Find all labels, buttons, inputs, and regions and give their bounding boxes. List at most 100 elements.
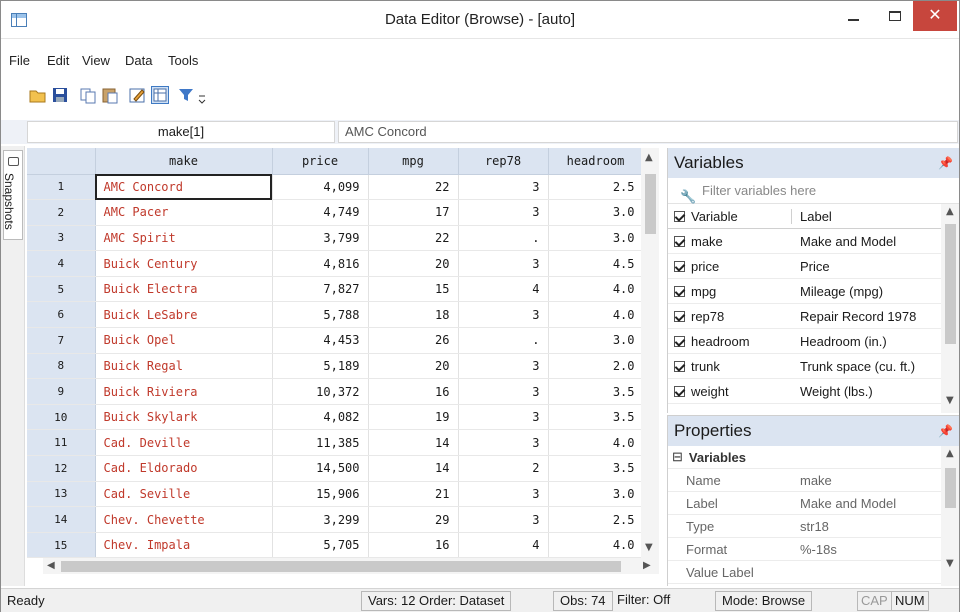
cell-price[interactable]: 7,827 [272, 276, 369, 303]
cell-make[interactable]: Cad. Eldorado [95, 455, 273, 482]
cell-make[interactable]: AMC Spirit [95, 225, 273, 252]
variable-row[interactable]: headroom Headroom (in.) [668, 329, 942, 354]
cell-price[interactable]: 5,788 [272, 301, 369, 329]
copy-icon[interactable] [79, 86, 97, 104]
cell-rep78[interactable]: 3 [458, 481, 549, 508]
cell-mpg[interactable]: 22 [368, 225, 459, 252]
column-header-headroom[interactable]: headroom [548, 148, 644, 175]
table-row[interactable]: 3 AMC Spirit 3,799 22. 3.0 [27, 225, 644, 252]
cell-make[interactable]: Cad. Deville [95, 429, 273, 457]
menu-file[interactable]: File [9, 53, 30, 68]
cell-price[interactable]: 14,500 [272, 455, 369, 482]
cell-headroom[interactable]: 4.0 [548, 301, 644, 329]
cell-rep78[interactable]: 3 [458, 506, 549, 533]
cell-mpg[interactable]: 26 [368, 327, 459, 354]
variable-checkbox[interactable] [674, 385, 685, 397]
pin-icon[interactable]: 📌 [938, 148, 953, 178]
cell-mpg[interactable]: 22 [368, 174, 459, 201]
close-button[interactable]: ✕ [913, 1, 957, 31]
current-cell-value[interactable]: AMC Concord [338, 121, 958, 143]
table-row[interactable]: 2 AMC Pacer 4,749 17 3 3.0 [27, 199, 644, 226]
variable-checkbox[interactable] [674, 260, 685, 272]
variables-scroll-thumb[interactable] [945, 224, 956, 344]
cell-rep78[interactable]: 4 [458, 532, 549, 559]
filter-variables-field[interactable]: 🔧 Filter variables here [668, 178, 959, 204]
table-row[interactable]: 9 Buick Riviera 10,372 16 3 3.5 [27, 378, 644, 405]
cell-rep78[interactable]: . [458, 225, 549, 252]
row-number[interactable]: 4 [27, 250, 96, 277]
cell-headroom[interactable]: 2.5 [548, 506, 644, 533]
variables-scrollbar[interactable]: ▲ ▼ [941, 204, 959, 413]
row-number[interactable]: 9 [27, 378, 96, 405]
row-number[interactable]: 6 [27, 301, 96, 329]
cell-price[interactable]: 4,749 [272, 199, 369, 226]
cell-price[interactable]: 5,705 [272, 532, 369, 559]
cell-headroom[interactable]: 3.5 [548, 455, 644, 482]
cell-price[interactable]: 3,799 [272, 225, 369, 252]
cell-price[interactable]: 4,816 [272, 250, 369, 277]
data-grid[interactable]: make price mpg rep78 headroom 1 AMC Conco… [27, 148, 667, 574]
snapshots-tab[interactable]: Snapshots [2, 150, 23, 240]
cell-make[interactable]: Buick Regal [95, 353, 273, 380]
cell-headroom[interactable]: 3.0 [548, 481, 644, 508]
title-bar[interactable]: Data Editor (Browse) - [auto] ✕ [1, 1, 959, 39]
cell-price[interactable]: 10,372 [272, 378, 369, 405]
paste-icon[interactable] [101, 86, 119, 104]
cell-make[interactable]: Buick Century [95, 250, 273, 277]
variable-checkbox[interactable] [674, 360, 685, 372]
open-icon[interactable] [29, 86, 47, 104]
grid-vertical-scrollbar[interactable]: ▲ ▼ [641, 148, 659, 558]
variable-checkbox[interactable] [674, 285, 685, 297]
minimize-button[interactable] [831, 1, 875, 31]
cell-headroom[interactable]: 3.5 [548, 378, 644, 405]
table-row[interactable]: 4 Buick Century 4,816 20 3 4.5 [27, 250, 644, 277]
row-number[interactable]: 10 [27, 404, 96, 431]
variable-checkbox[interactable] [674, 310, 685, 322]
scroll-right-icon[interactable]: ▶ [643, 560, 651, 571]
cell-headroom[interactable]: 3.0 [548, 225, 644, 252]
property-row[interactable]: Name make [668, 469, 959, 492]
row-number[interactable]: 3 [27, 225, 96, 252]
row-number[interactable]: 14 [27, 506, 96, 533]
cell-price[interactable]: 4,453 [272, 327, 369, 354]
variable-row[interactable]: make Make and Model [668, 229, 942, 254]
cell-price[interactable]: 4,099 [272, 174, 369, 201]
cell-mpg[interactable]: 20 [368, 250, 459, 277]
cell-headroom[interactable]: 2.0 [548, 353, 644, 380]
current-cell-name[interactable]: make[1] [27, 121, 335, 143]
filter-icon[interactable] [177, 86, 195, 104]
property-row[interactable]: Value Label [668, 561, 959, 584]
table-row[interactable]: 15 Chev. Impala 5,705 16 4 4.0 [27, 532, 644, 559]
variable-row[interactable]: trunk Trunk space (cu. ft.) [668, 354, 942, 379]
cell-make[interactable]: Buick Electra [95, 276, 273, 303]
cell-headroom[interactable]: 4.0 [548, 429, 644, 457]
cell-mpg[interactable]: 14 [368, 455, 459, 482]
cell-make[interactable]: Buick Riviera [95, 378, 273, 405]
cell-rep78[interactable]: 3 [458, 174, 549, 201]
cell-headroom[interactable]: 3.0 [548, 199, 644, 226]
table-row[interactable]: 13 Cad. Seville 15,906 21 3 3.0 [27, 481, 644, 508]
corner-cell[interactable] [27, 148, 96, 175]
menu-edit[interactable]: Edit [47, 53, 69, 68]
grid-horizontal-scrollbar[interactable]: ◀ ▶ [43, 558, 659, 574]
table-row[interactable]: 1 AMC Concord 4,099 22 3 2.5 [27, 174, 644, 201]
row-number[interactable]: 11 [27, 429, 96, 457]
menu-tools[interactable]: Tools [168, 53, 198, 68]
browse-mode-icon[interactable] [151, 86, 169, 104]
cell-price[interactable]: 5,189 [272, 353, 369, 380]
cell-price[interactable]: 4,082 [272, 404, 369, 431]
row-number[interactable]: 13 [27, 481, 96, 508]
cell-rep78[interactable]: 3 [458, 404, 549, 431]
cell-mpg[interactable]: 21 [368, 481, 459, 508]
row-number[interactable]: 1 [27, 174, 96, 201]
cell-make[interactable]: Buick Skylark [95, 404, 273, 431]
table-row[interactable]: 7 Buick Opel 4,453 26. 3.0 [27, 327, 644, 354]
property-row[interactable]: Format %-18s [668, 538, 959, 561]
cell-price[interactable]: 15,906 [272, 481, 369, 508]
variable-row[interactable]: price Price [668, 254, 942, 279]
grid-vertical-thumb[interactable] [645, 174, 656, 234]
cell-mpg[interactable]: 16 [368, 532, 459, 559]
variable-row[interactable]: mpg Mileage (mpg) [668, 279, 942, 304]
cell-price[interactable]: 3,299 [272, 506, 369, 533]
scroll-up-icon[interactable]: ▲ [645, 152, 653, 163]
